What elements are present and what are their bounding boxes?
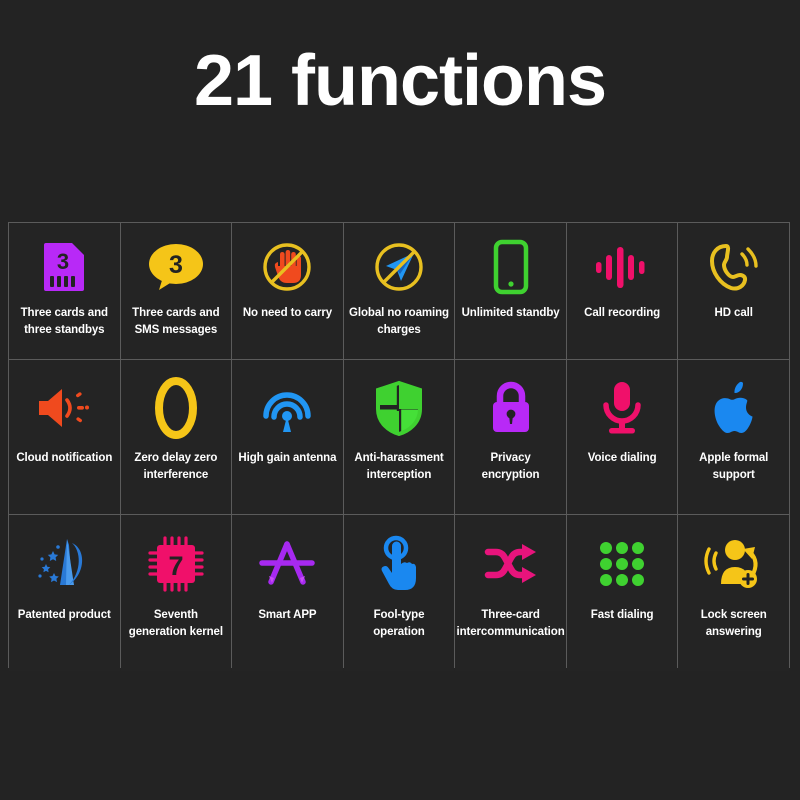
function-label: Lock screen answering <box>700 609 767 638</box>
functions-grid: 3 Three cards and three standbys 3 Three… <box>8 222 790 671</box>
function-label: Voice dialing <box>587 452 657 464</box>
function-cell-hd-call[interactable]: HD call <box>678 223 789 359</box>
zero-digit-icon <box>121 372 232 444</box>
function-label: HD call <box>714 307 753 319</box>
function-cell-seventh-generation-kernel[interactable]: 7 Seventh generation kernel <box>120 515 232 671</box>
page-title: 21 functions <box>193 41 607 121</box>
function-label: Zero delay zero interference <box>134 452 218 481</box>
function-label: Global no roaming charges <box>349 307 449 336</box>
no-hand-icon <box>232 235 343 299</box>
antenna-signal-icon <box>232 372 343 444</box>
function-label: Fool-type operation <box>373 609 425 638</box>
function-cell-zero-delay-zero-interference[interactable]: Zero delay zero interference <box>120 360 232 514</box>
function-label: Call recording <box>584 307 661 319</box>
sim-card-three-icon: 3 <box>9 235 120 299</box>
svg-text:3: 3 <box>169 251 183 279</box>
function-cell-anti-harassment-interception[interactable]: Anti-harassment interception <box>343 360 455 514</box>
function-cell-three-cards-three-standbys[interactable]: 3 Three cards and three standbys <box>9 223 120 359</box>
cpu-chip-seven-icon: 7 <box>121 527 232 601</box>
function-label: Three-card intercommunication <box>456 609 565 638</box>
function-cell-apple-formal-support[interactable]: Apple formal support <box>678 360 789 514</box>
function-cell-smart-app[interactable]: Smart APP <box>232 515 343 671</box>
person-answer-icon <box>678 527 789 601</box>
function-label: Cloud notification <box>16 452 113 464</box>
microphone-icon <box>567 372 678 444</box>
app-store-icon <box>232 527 343 601</box>
apple-logo-icon <box>678 372 789 444</box>
function-cell-patented-product[interactable]: Patented product <box>9 515 120 671</box>
svg-text:3: 3 <box>57 249 69 274</box>
function-cell-privacy-encryption[interactable]: Privacy encryption <box>455 360 566 514</box>
function-label: Smart APP <box>258 609 317 621</box>
dialpad-dots-icon <box>567 527 678 601</box>
function-label: Three cards and three standbys <box>20 307 108 336</box>
function-cell-three-cards-sms-messages[interactable]: 3 Three cards and SMS messages <box>120 223 232 359</box>
smartphone-icon <box>455 235 566 299</box>
function-cell-fast-dialing[interactable]: Fast dialing <box>566 515 678 671</box>
function-cell-global-no-roaming-charges[interactable]: Global no roaming charges <box>343 223 455 359</box>
function-label: Apple formal support <box>699 452 769 481</box>
speech-bubble-three-icon: 3 <box>121 235 232 299</box>
shield-icon <box>344 372 455 444</box>
function-label: Privacy encryption <box>481 452 540 481</box>
function-label: Unlimited standby <box>461 307 560 319</box>
function-cell-lock-screen-answering[interactable]: Lock screen answering <box>678 515 789 671</box>
function-label: High gain antenna <box>238 452 337 464</box>
function-cell-fool-type-operation[interactable]: Fool-type operation <box>343 515 455 671</box>
no-paper-plane-icon <box>344 235 455 299</box>
padlock-icon <box>455 372 566 444</box>
shuffle-arrows-icon <box>455 527 566 601</box>
function-cell-call-recording[interactable]: Call recording <box>566 223 678 359</box>
function-label: Patented product <box>17 609 111 621</box>
function-cell-voice-dialing[interactable]: Voice dialing <box>566 360 678 514</box>
waveform-icon <box>567 235 678 299</box>
function-cell-cloud-notification[interactable]: Cloud notification <box>9 360 120 514</box>
tap-hand-icon <box>344 527 455 601</box>
function-label: No need to carry <box>242 307 332 319</box>
function-cell-three-card-intercommunication[interactable]: Three-card intercommunication <box>455 515 566 671</box>
function-label: Seventh generation kernel <box>128 609 223 638</box>
function-label: Anti-harassment interception <box>354 452 444 481</box>
functions-poster: 21 functions 3 Three cards and three sta… <box>0 0 800 800</box>
function-cell-unlimited-standby[interactable]: Unlimited standby <box>455 223 566 359</box>
svg-text:7: 7 <box>168 551 183 581</box>
phone-handset-waves-icon <box>678 235 789 299</box>
function-label: Three cards and SMS messages <box>132 307 220 336</box>
speaker-horn-icon <box>9 372 120 444</box>
patent-rocket-stars-icon <box>9 527 120 601</box>
function-cell-high-gain-antenna[interactable]: High gain antenna <box>232 360 343 514</box>
function-cell-no-need-to-carry[interactable]: No need to carry <box>232 223 343 359</box>
function-label: Fast dialing <box>590 609 654 621</box>
